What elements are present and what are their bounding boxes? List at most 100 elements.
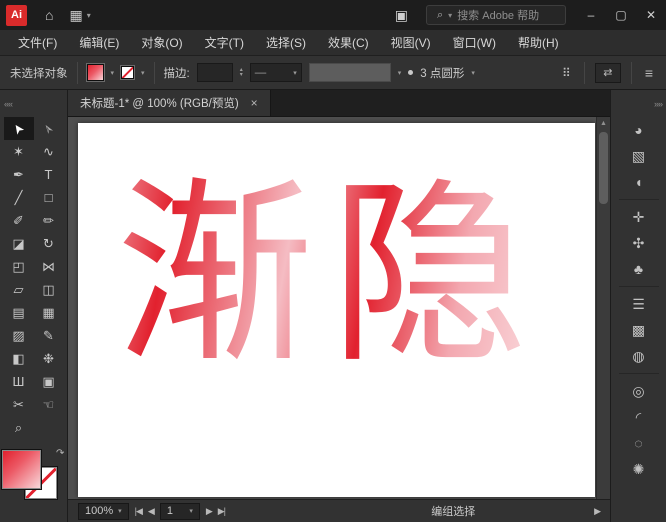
tool-width[interactable]: ⋈: [34, 255, 64, 278]
transparency-panel-button[interactable]: ◍: [622, 343, 656, 369]
zoom-level-value: 100%: [85, 505, 113, 517]
fill-caret-icon[interactable]: ▾: [111, 69, 115, 77]
prev-artboard-button[interactable]: ◀: [148, 506, 154, 517]
tool-perspective-grid[interactable]: ▤: [4, 301, 34, 324]
magic-wand-icon: ✶: [13, 144, 24, 160]
canvas[interactable]: 渐隐 ▲: [68, 117, 610, 499]
help-search[interactable]: ⌕ ▾ 搜索 Adobe 帮助: [426, 5, 566, 25]
tool-line[interactable]: ╱: [4, 186, 34, 209]
close-button[interactable]: ✕: [636, 0, 666, 30]
dock-collapse-chevrons-icon[interactable]: »»: [611, 90, 666, 117]
tools-collapse-chevrons-icon[interactable]: ««: [0, 90, 67, 117]
tool-pen[interactable]: ✒: [4, 163, 34, 186]
stroke-weight-stepper[interactable]: ▴ ▾: [240, 68, 243, 78]
layout-caret-icon[interactable]: ▾: [87, 11, 91, 20]
color-panel-button[interactable]: ◕: [622, 117, 656, 143]
color-guide-panel-button[interactable]: ▧: [622, 143, 656, 169]
fill-proxy[interactable]: [2, 450, 41, 489]
separator: [154, 62, 155, 84]
tool-hand[interactable]: ☜: [34, 393, 64, 416]
tool-eyedropper[interactable]: ✎: [34, 324, 64, 347]
first-artboard-button[interactable]: |◀: [135, 506, 142, 517]
zoom-level-dropdown[interactable]: 100% ▾: [78, 503, 129, 520]
hand-icon: ☜: [43, 397, 55, 413]
gradient-panel-button[interactable]: ▩: [622, 317, 656, 343]
arrange-documents-icon[interactable]: ▣: [387, 0, 416, 30]
tool-mesh[interactable]: ▦: [34, 301, 64, 324]
next-artboard-button[interactable]: ▶: [206, 506, 212, 517]
zoom-icon: ⌕: [15, 420, 22, 436]
vertical-scrollbar[interactable]: ▲: [596, 117, 610, 499]
menu-item-edit[interactable]: 编辑(E): [69, 30, 129, 56]
tool-scale[interactable]: ◰: [4, 255, 34, 278]
symbols-panel-button[interactable]: ♣: [622, 256, 656, 282]
corners-icon: ◜: [636, 409, 641, 426]
menu-item-help[interactable]: 帮助(H): [508, 30, 569, 56]
illustrator-window: Ai ⌂ ▦ ▾ ▣ ⌕ ▾ 搜索 Adobe 帮助 – ▢ ✕ 文件(F) 编…: [0, 0, 666, 522]
menu-item-effect[interactable]: 效果(C): [318, 30, 379, 56]
tool-rotate[interactable]: ↻: [34, 232, 64, 255]
tool-shape-builder[interactable]: ◫: [34, 278, 64, 301]
tool-rectangle[interactable]: □: [34, 186, 64, 209]
stroke-weight-input[interactable]: [197, 63, 233, 82]
swap-fill-stroke-icon[interactable]: ↷: [56, 448, 64, 459]
scrollbar-thumb[interactable]: [599, 132, 608, 204]
eyedropper-icon: ✎: [43, 328, 54, 344]
tool-eraser[interactable]: ◪: [4, 232, 34, 255]
appearance-panel-button[interactable]: ◎: [622, 378, 656, 404]
document-tab[interactable]: 未标题-1* @ 100% (RGB/预览) ×: [68, 90, 271, 116]
status-more-icon[interactable]: ▶: [594, 506, 600, 517]
tool-artboard[interactable]: ▣: [34, 370, 64, 393]
scroll-up-icon[interactable]: ▲: [597, 117, 610, 127]
menu-item-view[interactable]: 视图(V): [381, 30, 441, 56]
stroke-panel-button[interactable]: ☰: [622, 291, 656, 317]
stroke-caret-icon[interactable]: ▾: [141, 69, 145, 77]
home-icon[interactable]: ⌂: [37, 0, 61, 30]
tool-blend[interactable]: ◧: [4, 347, 34, 370]
tool-selection[interactable]: ➤: [4, 117, 34, 140]
brushes-panel-button[interactable]: ✺: [622, 456, 656, 482]
swatches-panel-button[interactable]: ◖: [622, 169, 656, 195]
fill-color-swatch[interactable]: [87, 64, 104, 81]
tool-direct-selection[interactable]: ➢: [34, 117, 64, 140]
menu-item-select[interactable]: 选择(S): [256, 30, 316, 56]
corners-panel-button[interactable]: ◜: [622, 404, 656, 430]
spin-down-icon[interactable]: ▾: [240, 73, 243, 78]
fill-stroke-proxy: ↷: [2, 450, 66, 502]
maximize-button[interactable]: ▢: [606, 0, 636, 30]
tool-lasso[interactable]: ∿: [34, 140, 64, 163]
tool-type[interactable]: T: [34, 163, 64, 186]
artboard[interactable]: 渐隐: [78, 123, 595, 497]
brush-caret-icon[interactable]: ▾: [471, 69, 475, 77]
tool-zoom[interactable]: ⌕: [4, 416, 34, 439]
tool-column-graph[interactable]: Ш: [4, 370, 34, 393]
menu-item-type[interactable]: 文字(T): [195, 30, 254, 56]
width-profile-dropdown[interactable]: — ▾: [250, 63, 302, 82]
artboard-number-dropdown[interactable]: 1 ▾: [160, 503, 200, 520]
tool-magic-wand[interactable]: ✶: [4, 140, 34, 163]
tool-pencil[interactable]: ✏: [34, 209, 64, 232]
artboard-caret-icon: ▾: [189, 507, 193, 515]
tool-gradient[interactable]: ▨: [4, 324, 34, 347]
menu-item-window[interactable]: 窗口(W): [443, 30, 506, 56]
tool-free-transform[interactable]: ▱: [4, 278, 34, 301]
transform-panel-button[interactable]: ✣: [622, 230, 656, 256]
artwork-text[interactable]: 渐隐: [116, 153, 544, 401]
tool-paintbrush[interactable]: ✐: [4, 209, 34, 232]
last-artboard-button[interactable]: ▶|: [218, 506, 225, 517]
menu-item-object[interactable]: 对象(O): [131, 30, 192, 56]
swap-workspace-icon[interactable]: ⇄: [595, 63, 621, 83]
panel-menu-icon[interactable]: ≡: [642, 65, 656, 81]
pattern-panel-button[interactable]: ◌: [622, 430, 656, 456]
document-area: 未标题-1* @ 100% (RGB/预览) × 渐隐 ▲ 100% ▾ |◀: [68, 90, 610, 522]
tool-symbol-sprayer[interactable]: ❉: [34, 347, 64, 370]
gradient-icon: ▩: [632, 322, 645, 339]
minimize-button[interactable]: –: [576, 0, 606, 30]
stroke-color-swatch[interactable]: [121, 66, 134, 79]
align-panel-button[interactable]: ✛: [622, 204, 656, 230]
tab-close-icon[interactable]: ×: [251, 96, 258, 110]
dots-grid-icon[interactable]: ⠿: [559, 66, 574, 80]
tool-slice[interactable]: ✂: [4, 393, 34, 416]
menu-item-file[interactable]: 文件(F): [8, 30, 67, 56]
style-caret-icon[interactable]: ▾: [398, 69, 402, 77]
